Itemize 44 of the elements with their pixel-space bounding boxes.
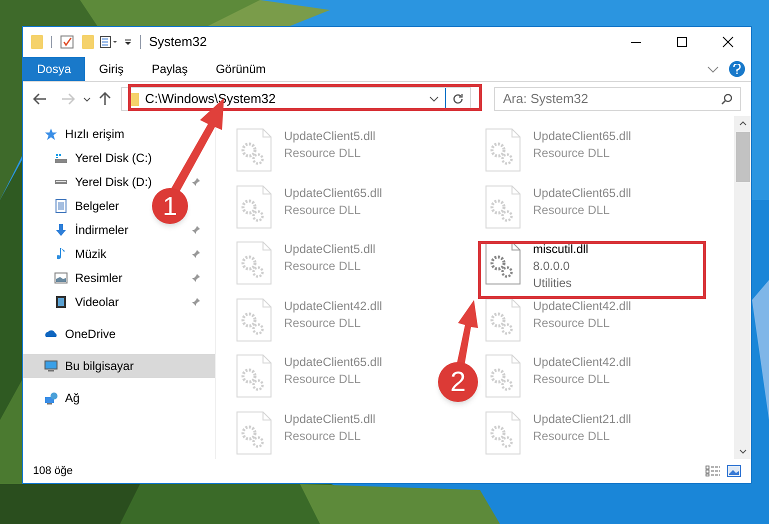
file-detail: Resource DLL <box>533 202 611 218</box>
item-count: 108 öğe <box>33 464 73 479</box>
file-detail: Resource DLL <box>533 145 611 162</box>
file-name: UpdateClient5.dll <box>284 410 376 428</box>
file-detail: Resource DLL <box>284 428 362 444</box>
ribbon-tab[interactable]: Görünüm <box>202 57 280 81</box>
sidebar-item[interactable]: Müzik <box>53 245 106 263</box>
ribbon-tab[interactable]: Paylaş <box>138 57 202 81</box>
ribbon-tab[interactable]: Dosya <box>23 57 86 81</box>
file-name: miscutil.dll <box>533 241 588 258</box>
file-name: UpdateClient65.dll <box>284 354 382 371</box>
file-name: UpdateClient42.dll <box>533 354 632 371</box>
file-detail: Utilities <box>533 275 573 292</box>
sidebar-item[interactable]: İndirmeler <box>53 221 128 239</box>
file-name: UpdateClient21.dll <box>533 410 632 428</box>
file-detail: Resource DLL <box>284 145 362 162</box>
sidebar-item[interactable]: Resimler <box>53 269 122 287</box>
file-detail: Resource DLL <box>533 428 611 444</box>
file-detail: Resource DLL <box>284 258 362 275</box>
ribbon-tab[interactable]: Giriş <box>85 57 138 81</box>
file-detail: Resource DLL <box>533 314 611 332</box>
file-name: UpdateClient42.dll <box>533 298 632 314</box>
sidebar-item[interactable]: OneDrive <box>23 322 215 346</box>
file-detail: Resource DLL <box>284 314 362 332</box>
address-path: C:\Windows\System32 <box>145 90 276 108</box>
file-name: UpdateClient65.dll <box>284 184 382 202</box>
file-name: UpdateClient65.dll <box>533 128 632 145</box>
file-name: UpdateClient5.dll <box>284 241 376 258</box>
sidebar-item[interactable]: Videolar <box>53 293 119 311</box>
file-detail: Resource DLL <box>533 371 611 388</box>
search-field[interactable]: Ara: System32 <box>494 86 741 111</box>
sidebar-item[interactable]: Belgeler <box>53 197 120 215</box>
sidebar-item[interactable]: Yerel Disk (C:) <box>53 149 152 167</box>
file-detail: Resource DLL <box>284 371 362 388</box>
window-title: System32 <box>149 33 207 52</box>
file-name: UpdateClient65.dll <box>533 184 632 202</box>
sidebar-item[interactable]: Hızlı erişim <box>23 122 132 146</box>
file-name: UpdateClient5.dll <box>284 128 376 145</box>
file-detail: Resource DLL <box>284 202 362 218</box>
sidebar-item[interactable]: Bu bilgisayar <box>23 354 215 378</box>
sidebar-item[interactable]: Ağ <box>23 386 215 410</box>
file-name: UpdateClient42.dll <box>284 298 382 314</box>
sidebar-item[interactable]: Yerel Disk (D:) <box>53 173 152 191</box>
file-detail: 8.0.0.0 <box>533 258 571 275</box>
